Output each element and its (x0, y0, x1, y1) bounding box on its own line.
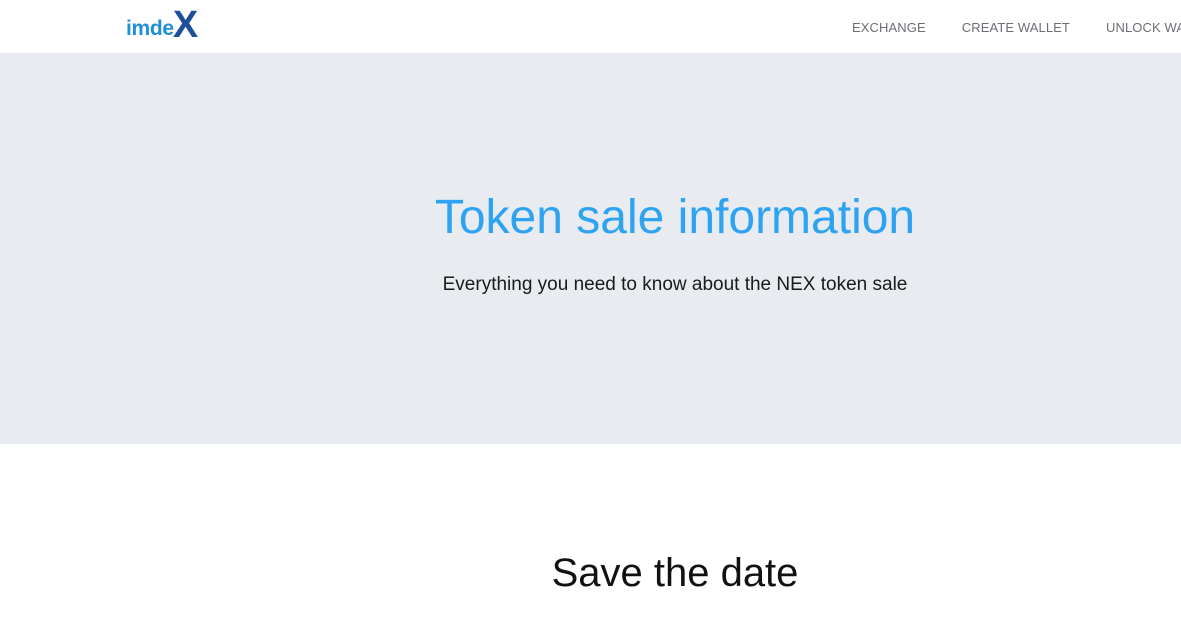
hero-subtitle: Everything you need to know about the NE… (442, 274, 908, 295)
nav-exchange-link[interactable]: EXCHANGE (852, 20, 926, 35)
logo-x-mark: X (172, 4, 199, 46)
main-nav: EXCHANGE CREATE WALLET UNLOCK WALLET (852, 0, 1181, 53)
imdex-logo[interactable]: imde X (126, 6, 198, 44)
hero-banner: Token sale information Everything you ne… (0, 54, 1181, 444)
nav-create-wallet-link[interactable]: CREATE WALLET (962, 20, 1070, 35)
save-the-date-heading: Save the date (551, 551, 799, 595)
logo-text: imde (126, 17, 174, 40)
top-navbar: imde X EXCHANGE CREATE WALLET UNLOCK WAL… (0, 0, 1181, 54)
nav-unlock-wallet-link[interactable]: UNLOCK WALLET (1106, 20, 1181, 35)
hero-title: Token sale information (434, 191, 916, 244)
